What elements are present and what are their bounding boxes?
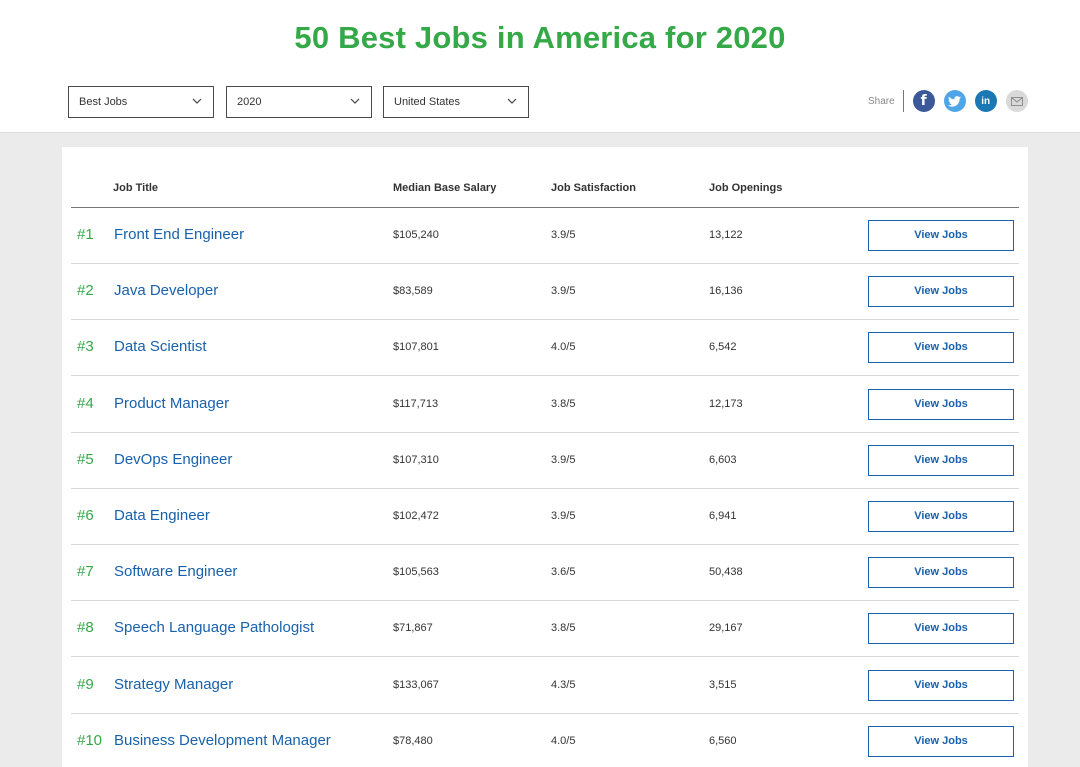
median-base-salary: $83,589 (393, 285, 433, 298)
list-type-dropdown-value: Best Jobs (79, 96, 128, 108)
table-row: #6 Data Engineer $102,472 3.9/5 6,941 View Jo… (71, 489, 1019, 545)
column-header-job-satisfaction: Job Satisfaction (551, 182, 636, 194)
chevron-down-icon (507, 98, 517, 104)
country-dropdown[interactable]: United States (383, 86, 529, 118)
job-satisfaction: 3.8/5 (551, 622, 576, 635)
page-title: 50 Best Jobs in America for 2020 (294, 20, 786, 55)
year-dropdown-value: 2020 (237, 96, 262, 108)
table-row: #9 Strategy Manager $133,067 4.3/5 3,515 View… (71, 658, 1019, 714)
view-jobs-button[interactable]: View Jobs (868, 444, 1014, 476)
job-title-link[interactable]: Business Development Manager (114, 732, 331, 749)
median-base-salary: $105,563 (393, 566, 439, 579)
job-rank: #10 (77, 731, 103, 749)
list-type-dropdown[interactable]: Best Jobs (68, 86, 214, 118)
job-openings: 6,941 (709, 510, 737, 522)
job-openings: 6,542 (709, 341, 737, 354)
page-header: 50 Best Jobs in America for 2020 Best Jo… (0, 0, 1080, 133)
facebook-icon[interactable]: f (912, 90, 935, 112)
job-title-link[interactable]: Software Engineer (114, 563, 237, 580)
table-row: #2 Java Developer $83,589 3.9/5 16,136 View J… (71, 264, 1019, 321)
twitter-icon[interactable] (943, 90, 966, 112)
job-title-link[interactable]: Java Developer (114, 282, 218, 299)
column-header-job-title: Job Title (113, 182, 159, 194)
job-satisfaction: 3.8/5 (551, 397, 576, 410)
share-divider (902, 90, 904, 112)
job-satisfaction: 3.9/5 (551, 510, 576, 522)
job-openings: 12,173 (709, 397, 743, 410)
view-jobs-button[interactable]: View Jobs (868, 276, 1014, 308)
median-base-salary: $71,867 (393, 622, 433, 635)
email-icon[interactable] (1005, 90, 1028, 112)
view-jobs-button[interactable]: View Jobs (868, 613, 1014, 645)
share-bar: Share f in (868, 89, 1037, 113)
job-rank: #1 (77, 226, 94, 243)
job-openings: 6,560 (709, 734, 737, 747)
median-base-salary: $107,310 (393, 453, 439, 466)
job-title-link[interactable]: Data Scientist (114, 338, 207, 355)
job-openings: 6,603 (709, 453, 737, 466)
job-satisfaction: 4.0/5 (551, 734, 576, 747)
job-rank: #5 (77, 450, 94, 468)
view-jobs-button[interactable]: View Jobs (868, 669, 1014, 701)
job-satisfaction: 3.9/5 (551, 285, 576, 298)
view-jobs-button[interactable]: View Jobs (868, 388, 1014, 420)
table-row: #1 Front End Engineer $105,240 3.9/5 13,122 V… (71, 208, 1019, 264)
job-title-link[interactable]: Strategy Manager (114, 676, 233, 693)
median-base-salary: $105,240 (393, 229, 439, 241)
facebook-glyph: f (920, 93, 927, 109)
job-rank: #7 (77, 563, 94, 581)
country-dropdown-value: United States (394, 96, 461, 108)
job-title-link[interactable]: DevOps Engineer (114, 451, 232, 468)
median-base-salary: $133,067 (393, 678, 439, 691)
job-rank: #2 (77, 282, 94, 300)
job-openings: 3,515 (709, 678, 737, 691)
twitter-bird-icon (948, 95, 962, 107)
job-title-link[interactable]: Product Manager (114, 395, 229, 412)
job-title-link[interactable]: Data Engineer (114, 507, 210, 524)
job-rank: #8 (77, 619, 94, 637)
job-openings: 50,438 (709, 566, 743, 579)
table-row: #3 Data Scientist $107,801 4.0/5 6,542 View J… (71, 320, 1019, 377)
view-jobs-button[interactable]: View Jobs (868, 557, 1014, 589)
job-title-link[interactable]: Speech Language Pathologist (114, 619, 314, 636)
table-row: #10 Business Development Manager $78,480 4.… (71, 714, 1019, 767)
linkedin-glyph: in (981, 95, 991, 107)
envelope-icon (1010, 96, 1023, 106)
median-base-salary: $78,480 (393, 734, 433, 747)
view-jobs-button[interactable]: View Jobs (868, 725, 1014, 757)
chevron-down-icon (192, 98, 202, 104)
view-jobs-button[interactable]: View Jobs (868, 332, 1014, 364)
view-jobs-button[interactable]: View Jobs (868, 501, 1014, 532)
view-jobs-button[interactable]: View Jobs (868, 220, 1014, 251)
job-satisfaction: 4.0/5 (551, 341, 576, 354)
job-satisfaction: 4.3/5 (551, 678, 576, 691)
median-base-salary: $107,801 (393, 341, 439, 354)
job-title-link[interactable]: Front End Engineer (114, 226, 244, 243)
year-dropdown[interactable]: 2020 (226, 86, 372, 118)
share-label: Share (868, 95, 895, 107)
job-rank: #6 (77, 507, 94, 524)
column-header-job-openings: Job Openings (709, 182, 783, 194)
table-row: #7 Software Engineer $105,563 3.6/5 50,438 Vi… (71, 545, 1019, 602)
chevron-down-icon (350, 98, 360, 104)
job-openings: 16,136 (709, 285, 743, 298)
job-satisfaction: 3.9/5 (551, 453, 576, 466)
table-row: #5 DevOps Engineer $107,310 3.9/5 6,603 View … (71, 433, 1019, 489)
job-openings: 29,167 (709, 622, 743, 635)
linkedin-icon[interactable]: in (974, 90, 997, 112)
column-header-median-base-salary: Median Base Salary (393, 182, 497, 194)
job-rank: #3 (77, 338, 94, 356)
median-base-salary: $102,472 (393, 510, 439, 522)
job-rank: #9 (77, 675, 94, 693)
job-satisfaction: 3.9/5 (551, 229, 576, 241)
job-openings: 13,122 (709, 229, 743, 241)
table-row: #4 Product Manager $117,713 3.8/5 12,173 View… (71, 377, 1019, 433)
job-rank: #4 (77, 394, 94, 412)
table-row: #8 Speech Language Pathologist $71,867 3.8/… (71, 601, 1019, 658)
job-satisfaction: 3.6/5 (551, 566, 576, 579)
median-base-salary: $117,713 (393, 397, 439, 410)
